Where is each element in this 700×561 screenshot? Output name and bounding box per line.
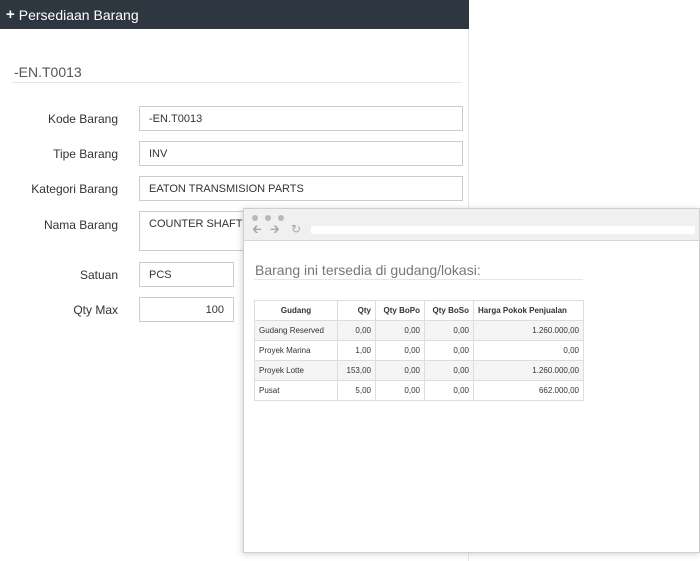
cell-gudang: Pusat bbox=[254, 380, 338, 401]
url-bar[interactable] bbox=[311, 226, 695, 234]
tipe-barang-input[interactable]: INV bbox=[139, 141, 463, 166]
satuan-input[interactable]: PCS bbox=[139, 262, 234, 287]
arrow-left-icon[interactable]: 🡰 bbox=[252, 223, 262, 235]
table-row: Gudang Reserved 0,00 0,00 0,00 1.260.000… bbox=[254, 320, 584, 341]
table-header-row: Gudang Qty Qty BoPo Qty BoSo Harga Pokok… bbox=[254, 300, 584, 321]
cell-qty: 153,00 bbox=[337, 360, 376, 381]
panel-header: + Persediaan Barang bbox=[0, 0, 469, 29]
plus-icon[interactable]: + bbox=[6, 6, 15, 23]
kode-barang-label: Kode Barang bbox=[47, 112, 118, 126]
table-row: Proyek Lotte 153,00 0,00 0,00 1.260.000,… bbox=[254, 360, 584, 381]
window-dot[interactable] bbox=[252, 215, 258, 221]
tipe-barang-label: Tipe Barang bbox=[53, 147, 118, 161]
cell-hpp: 662.000,00 bbox=[473, 380, 584, 401]
nama-barang-label: Nama Barang bbox=[43, 218, 118, 232]
col-hpp: Harga Pokok Penjualan bbox=[473, 300, 584, 321]
reload-icon[interactable]: ↻ bbox=[291, 223, 301, 235]
divider bbox=[12, 82, 462, 83]
stock-table: Gudang Qty Qty BoPo Qty BoSo Harga Pokok… bbox=[254, 300, 584, 401]
kategori-barang-label: Kategori Barang bbox=[31, 182, 118, 196]
kode-barang-input[interactable]: -EN.T0013 bbox=[139, 106, 463, 131]
cell-qty: 5,00 bbox=[337, 380, 376, 401]
cell-qty-boso: 0,00 bbox=[424, 360, 474, 381]
cell-qty-bopo: 0,00 bbox=[375, 340, 425, 361]
cell-qty-bopo: 0,00 bbox=[375, 320, 425, 341]
cell-gudang: Proyek Lotte bbox=[254, 360, 338, 381]
kategori-barang-input[interactable]: EATON TRANSMISION PARTS bbox=[139, 176, 463, 201]
cell-qty-boso: 0,00 bbox=[424, 340, 474, 361]
table-row: Pusat 5,00 0,00 0,00 662.000,00 bbox=[254, 380, 584, 401]
qty-max-label: Qty Max bbox=[73, 303, 118, 317]
cell-gudang: Gudang Reserved bbox=[254, 320, 338, 341]
col-qty-bopo: Qty BoPo bbox=[375, 300, 425, 321]
cell-hpp: 1.260.000,00 bbox=[473, 360, 584, 381]
arrow-right-icon[interactable]: 🡲 bbox=[270, 223, 280, 235]
record-code-heading: -EN.T0013 bbox=[14, 64, 82, 80]
cell-gudang: Proyek Marina bbox=[254, 340, 338, 361]
window-dot[interactable] bbox=[278, 215, 284, 221]
cell-qty-bopo: 0,00 bbox=[375, 360, 425, 381]
col-qty: Qty bbox=[337, 300, 376, 321]
browser-window: 🡰 🡲 ↻ Barang ini tersedia di gudang/loka… bbox=[243, 208, 700, 553]
col-qty-boso: Qty BoSo bbox=[424, 300, 474, 321]
table-row: Proyek Marina 1,00 0,00 0,00 0,00 bbox=[254, 340, 584, 361]
cell-qty: 0,00 bbox=[337, 320, 376, 341]
cell-qty-bopo: 0,00 bbox=[375, 380, 425, 401]
satuan-label: Satuan bbox=[79, 268, 118, 282]
window-dot[interactable] bbox=[265, 215, 271, 221]
cell-qty: 1,00 bbox=[337, 340, 376, 361]
cell-hpp: 0,00 bbox=[473, 340, 584, 361]
col-gudang: Gudang bbox=[254, 300, 338, 321]
browser-toolbar: 🡰 🡲 ↻ bbox=[244, 209, 699, 241]
panel-title: Persediaan Barang bbox=[18, 6, 139, 23]
availability-title: Barang ini tersedia di gudang/lokasi: bbox=[255, 262, 481, 278]
divider bbox=[254, 279, 583, 280]
qty-max-input[interactable]: 100 bbox=[139, 297, 234, 322]
cell-hpp: 1.260.000,00 bbox=[473, 320, 584, 341]
cell-qty-boso: 0,00 bbox=[424, 320, 474, 341]
cell-qty-boso: 0,00 bbox=[424, 380, 474, 401]
